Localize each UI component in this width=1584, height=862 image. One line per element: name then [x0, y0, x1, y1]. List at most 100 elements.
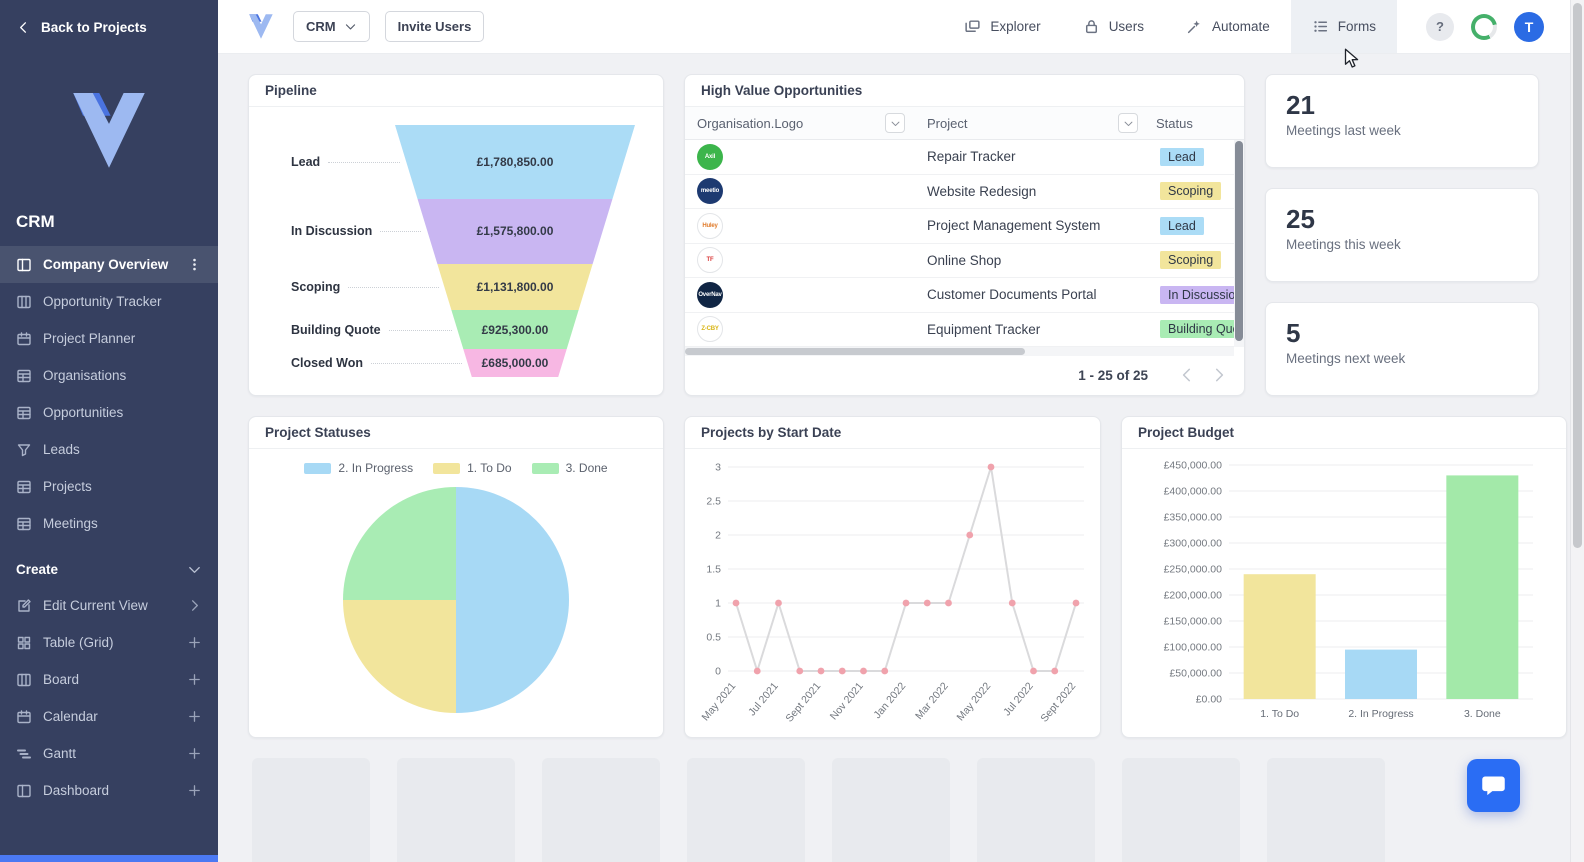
svg-text:May 2022: May 2022 — [954, 680, 993, 723]
sidebar-item-leads[interactable]: Leads — [0, 431, 218, 468]
sidebar-item-projects[interactable]: Projects — [0, 468, 218, 505]
column-header-organisation-logo: Organisation.Logo — [697, 115, 804, 131]
create-item-label: Dashboard — [43, 783, 110, 798]
topnav-forms[interactable]: Forms — [1290, 0, 1397, 53]
table-row[interactable]: Z-CBY Equipment Tracker Building Quote — [685, 313, 1234, 347]
legend-label: 1. To Do — [467, 461, 512, 475]
svg-text:2: 2 — [715, 530, 721, 542]
create-item-label: Board — [43, 672, 80, 687]
plus-icon[interactable] — [187, 635, 202, 650]
next-page-button[interactable] — [1210, 366, 1228, 384]
project-cell: Website Redesign — [927, 183, 1037, 199]
plus-icon[interactable] — [187, 709, 202, 724]
plus-icon[interactable] — [187, 672, 202, 687]
topnav-label: Automate — [1211, 19, 1270, 34]
plus-icon[interactable] — [187, 783, 202, 798]
chat-bubble-icon — [1482, 776, 1505, 796]
prev-page-button[interactable] — [1178, 366, 1196, 384]
status-badge: Scoping — [1160, 182, 1222, 201]
create-item-gantt[interactable]: Gantt — [0, 735, 218, 772]
sidebar-item-company-overview[interactable]: Company Overview — [0, 246, 218, 283]
app-root: Back to Projects CRM Company Overview Opp… — [0, 0, 1584, 862]
table-row[interactable]: meetio Website Redesign Scoping — [685, 175, 1234, 209]
hvo-table: Organisation.Logo Project Status Axil Re… — [685, 107, 1244, 395]
kebab-menu-icon[interactable] — [187, 257, 202, 272]
workspace-logo — [0, 54, 218, 178]
workspace-switcher-button[interactable]: CRM — [293, 11, 370, 42]
topnav-label: Forms — [1337, 19, 1376, 34]
funnel-value: £925,300.00 — [481, 322, 549, 337]
org-logo-cell: meetio — [685, 178, 915, 205]
scrollbar-thumb[interactable] — [1235, 141, 1243, 341]
budget-card-title: Project Budget — [1122, 417, 1566, 449]
svg-text:£450,000.00: £450,000.00 — [1164, 460, 1223, 472]
topnav-explorer[interactable]: Explorer — [943, 0, 1061, 53]
create-item-table-grid[interactable]: Table (Grid) — [0, 624, 218, 661]
org-logo-cell: Axil — [685, 143, 915, 170]
create-item-board[interactable]: Board — [0, 661, 218, 698]
svg-text:£100,000.00: £100,000.00 — [1164, 642, 1223, 654]
scrollbar-thumb[interactable] — [1573, 3, 1582, 548]
table-row[interactable]: OverNav Customer Documents Portal In Discu… — [685, 278, 1234, 313]
user-avatar[interactable]: T — [1514, 11, 1544, 42]
invite-users-label: Invite Users — [397, 19, 472, 34]
sidebar-item-label: Project Planner — [43, 331, 136, 346]
chevron-right-icon[interactable] — [187, 598, 202, 613]
skeleton-tile — [687, 758, 805, 862]
meeting-stat-card: 5 Meetings next week — [1265, 302, 1539, 396]
topnav-users[interactable]: Users — [1062, 0, 1165, 53]
sidebar-item-label: Leads — [43, 442, 80, 457]
create-item-calendar[interactable]: Calendar — [0, 698, 218, 735]
svg-text:Jan 2022: Jan 2022 — [871, 680, 908, 721]
leader-line — [328, 161, 400, 163]
create-item-label: Gantt — [43, 746, 77, 761]
app-logo[interactable] — [244, 12, 278, 42]
create-item-dashboard[interactable]: Dashboard — [0, 772, 218, 809]
topnav-automate[interactable]: Automate — [1165, 0, 1291, 53]
sidebar-item-meetings[interactable]: Meetings — [0, 505, 218, 542]
org-logo-cell: OverNav — [685, 281, 915, 308]
create-item-edit-current-view[interactable]: Edit Current View — [0, 587, 218, 624]
plus-icon[interactable] — [187, 746, 202, 761]
status-badge: Lead — [1160, 147, 1204, 166]
sidebar-item-opportunity-tracker[interactable]: Opportunity Tracker — [0, 283, 218, 320]
meetings-stats-column: 21 Meetings last week 25 Meetings this week… — [1265, 74, 1539, 396]
pagination: 1 - 25 of 25 — [685, 355, 1244, 395]
help-label: ? — [1436, 19, 1444, 34]
back-to-projects-button[interactable]: Back to Projects — [0, 0, 218, 54]
leader-line — [371, 362, 462, 364]
sidebar-item-label: Meetings — [43, 516, 98, 531]
org-logo-cell: TF — [685, 247, 915, 274]
create-section-header[interactable]: Create — [0, 542, 218, 587]
column-options-dropdown[interactable] — [885, 113, 905, 133]
svg-text:0.5: 0.5 — [706, 632, 721, 644]
table-row[interactable]: TF Online Shop Scoping — [685, 244, 1234, 278]
window-scrollbar[interactable] — [1570, 0, 1584, 862]
project-cell: Customer Documents Portal — [927, 287, 1097, 303]
sidebar-item-opportunities[interactable]: Opportunities — [0, 394, 218, 431]
loading-spinner-icon — [1471, 13, 1497, 40]
invite-users-button[interactable]: Invite Users — [384, 11, 485, 42]
status-cell: Lead — [1148, 216, 1234, 235]
status-cell: Scoping — [1148, 251, 1234, 270]
topbar-extras: ? T — [1412, 11, 1544, 42]
table-vertical-scrollbar[interactable] — [1234, 140, 1244, 347]
table-row[interactable]: Axil Repair Tracker Lead — [685, 140, 1234, 175]
status-cell: Building Quote — [1148, 320, 1234, 339]
sidebar-item-project-planner[interactable]: Project Planner — [0, 320, 218, 357]
automate-icon — [1186, 18, 1203, 35]
svg-text:£350,000.00: £350,000.00 — [1164, 512, 1223, 524]
status-cell: In Discussion — [1148, 285, 1234, 304]
svg-text:May 2021: May 2021 — [699, 680, 738, 723]
org-logo-cell: Huley — [685, 212, 915, 239]
table-row[interactable]: Huley Project Management System Lead — [685, 209, 1234, 244]
dashboard-icon — [16, 783, 32, 799]
chat-widget-button[interactable] — [1467, 759, 1520, 812]
column-options-dropdown[interactable] — [1118, 113, 1138, 133]
sidebar-item-organisations[interactable]: Organisations — [0, 357, 218, 394]
scrollbar-thumb[interactable] — [685, 348, 1026, 355]
table-icon — [16, 479, 32, 495]
help-button[interactable]: ? — [1426, 12, 1454, 41]
funnel-stage-label: Lead — [291, 155, 400, 169]
grid-icon — [16, 635, 32, 651]
